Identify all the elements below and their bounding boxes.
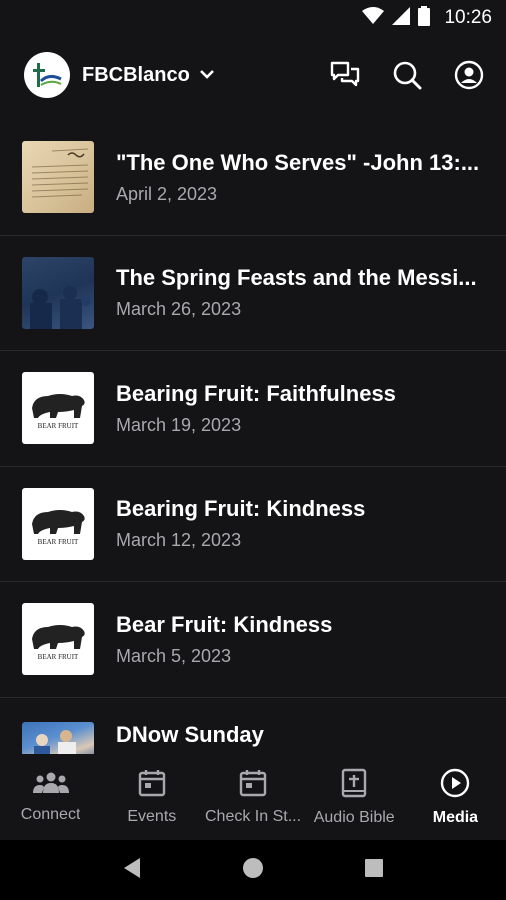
calendar-check-icon xyxy=(239,769,267,802)
sermon-thumbnail: BEAR FRUIT xyxy=(22,603,94,676)
media-title: Bearing Fruit: Kindness xyxy=(116,496,366,522)
battery-icon xyxy=(418,5,431,31)
svg-text:BEAR FRUIT: BEAR FRUIT xyxy=(38,538,79,546)
church-name[interactable]: FBCBlanco xyxy=(82,64,190,87)
status-bar: 10:26 xyxy=(0,0,506,36)
media-item[interactable]: DNow Sunday xyxy=(0,698,506,754)
nav-media[interactable]: Media xyxy=(405,754,506,840)
nav-audio-bible[interactable]: Audio Bible xyxy=(304,754,405,840)
church-logo[interactable] xyxy=(24,52,70,98)
chat-icon[interactable] xyxy=(330,60,360,90)
media-item[interactable]: The Spring Feasts and the Messi... March… xyxy=(0,236,506,351)
system-nav xyxy=(0,840,506,900)
bottom-nav: Connect Events Check In St... Audio Bibl… xyxy=(0,754,506,840)
media-title: DNow Sunday xyxy=(116,721,264,747)
calendar-icon xyxy=(138,769,166,802)
search-icon[interactable] xyxy=(392,60,422,90)
media-list: "The One Who Serves" -John 13:... April … xyxy=(0,120,506,754)
sermon-thumbnail: BEAR FRUIT xyxy=(22,372,94,445)
chevron-down-icon[interactable] xyxy=(199,70,214,80)
nav-events[interactable]: Events xyxy=(101,754,202,840)
nav-check-in[interactable]: Check In St... xyxy=(202,754,303,840)
media-title: "The One Who Serves" -John 13:... xyxy=(116,149,480,175)
sermon-thumbnail xyxy=(22,141,94,214)
status-time: 10:26 xyxy=(444,7,492,28)
back-icon[interactable] xyxy=(122,857,142,884)
media-title: Bear Fruit: Kindness xyxy=(116,611,333,637)
account-icon[interactable] xyxy=(454,60,484,90)
nav-label: Audio Bible xyxy=(313,808,395,826)
sermon-thumbnail xyxy=(22,721,94,754)
nav-label: Connect xyxy=(20,805,81,823)
header-actions xyxy=(330,40,484,110)
media-title: Bearing Fruit: Faithfulness xyxy=(116,380,396,406)
nav-label: Events xyxy=(127,807,177,825)
recents-icon[interactable] xyxy=(364,858,384,883)
nav-label: Media xyxy=(432,808,479,826)
people-icon xyxy=(32,771,69,800)
signal-icon xyxy=(392,6,411,30)
media-item[interactable]: BEAR FRUIT Bear Fruit: Kindness March 5,… xyxy=(0,582,506,698)
media-item[interactable]: BEAR FRUIT Bearing Fruit: Kindness March… xyxy=(0,467,506,582)
wifi-icon xyxy=(362,6,385,30)
media-date: March 19, 2023 xyxy=(116,414,242,435)
nav-connect[interactable]: Connect xyxy=(0,754,101,840)
media-item[interactable]: "The One Who Serves" -John 13:... April … xyxy=(0,120,506,236)
svg-text:BEAR FRUIT: BEAR FRUIT xyxy=(38,653,79,661)
play-circle-icon xyxy=(440,768,470,803)
media-title: The Spring Feasts and the Messi... xyxy=(116,265,477,291)
media-date: April 2, 2023 xyxy=(116,183,218,204)
svg-text:BEAR FRUIT: BEAR FRUIT xyxy=(38,422,79,430)
nav-label: Check In St... xyxy=(204,807,302,825)
sermon-thumbnail xyxy=(22,256,94,329)
media-item[interactable]: BEAR FRUIT Bearing Fruit: Faithfulness M… xyxy=(0,351,506,467)
app-header: FBCBlanco xyxy=(0,40,506,110)
media-date: March 12, 2023 xyxy=(116,530,242,551)
media-date: March 5, 2023 xyxy=(116,645,232,666)
bible-icon xyxy=(341,768,367,803)
home-icon[interactable] xyxy=(242,857,264,884)
media-date: March 26, 2023 xyxy=(116,299,242,320)
sermon-thumbnail: BEAR FRUIT xyxy=(22,487,94,560)
